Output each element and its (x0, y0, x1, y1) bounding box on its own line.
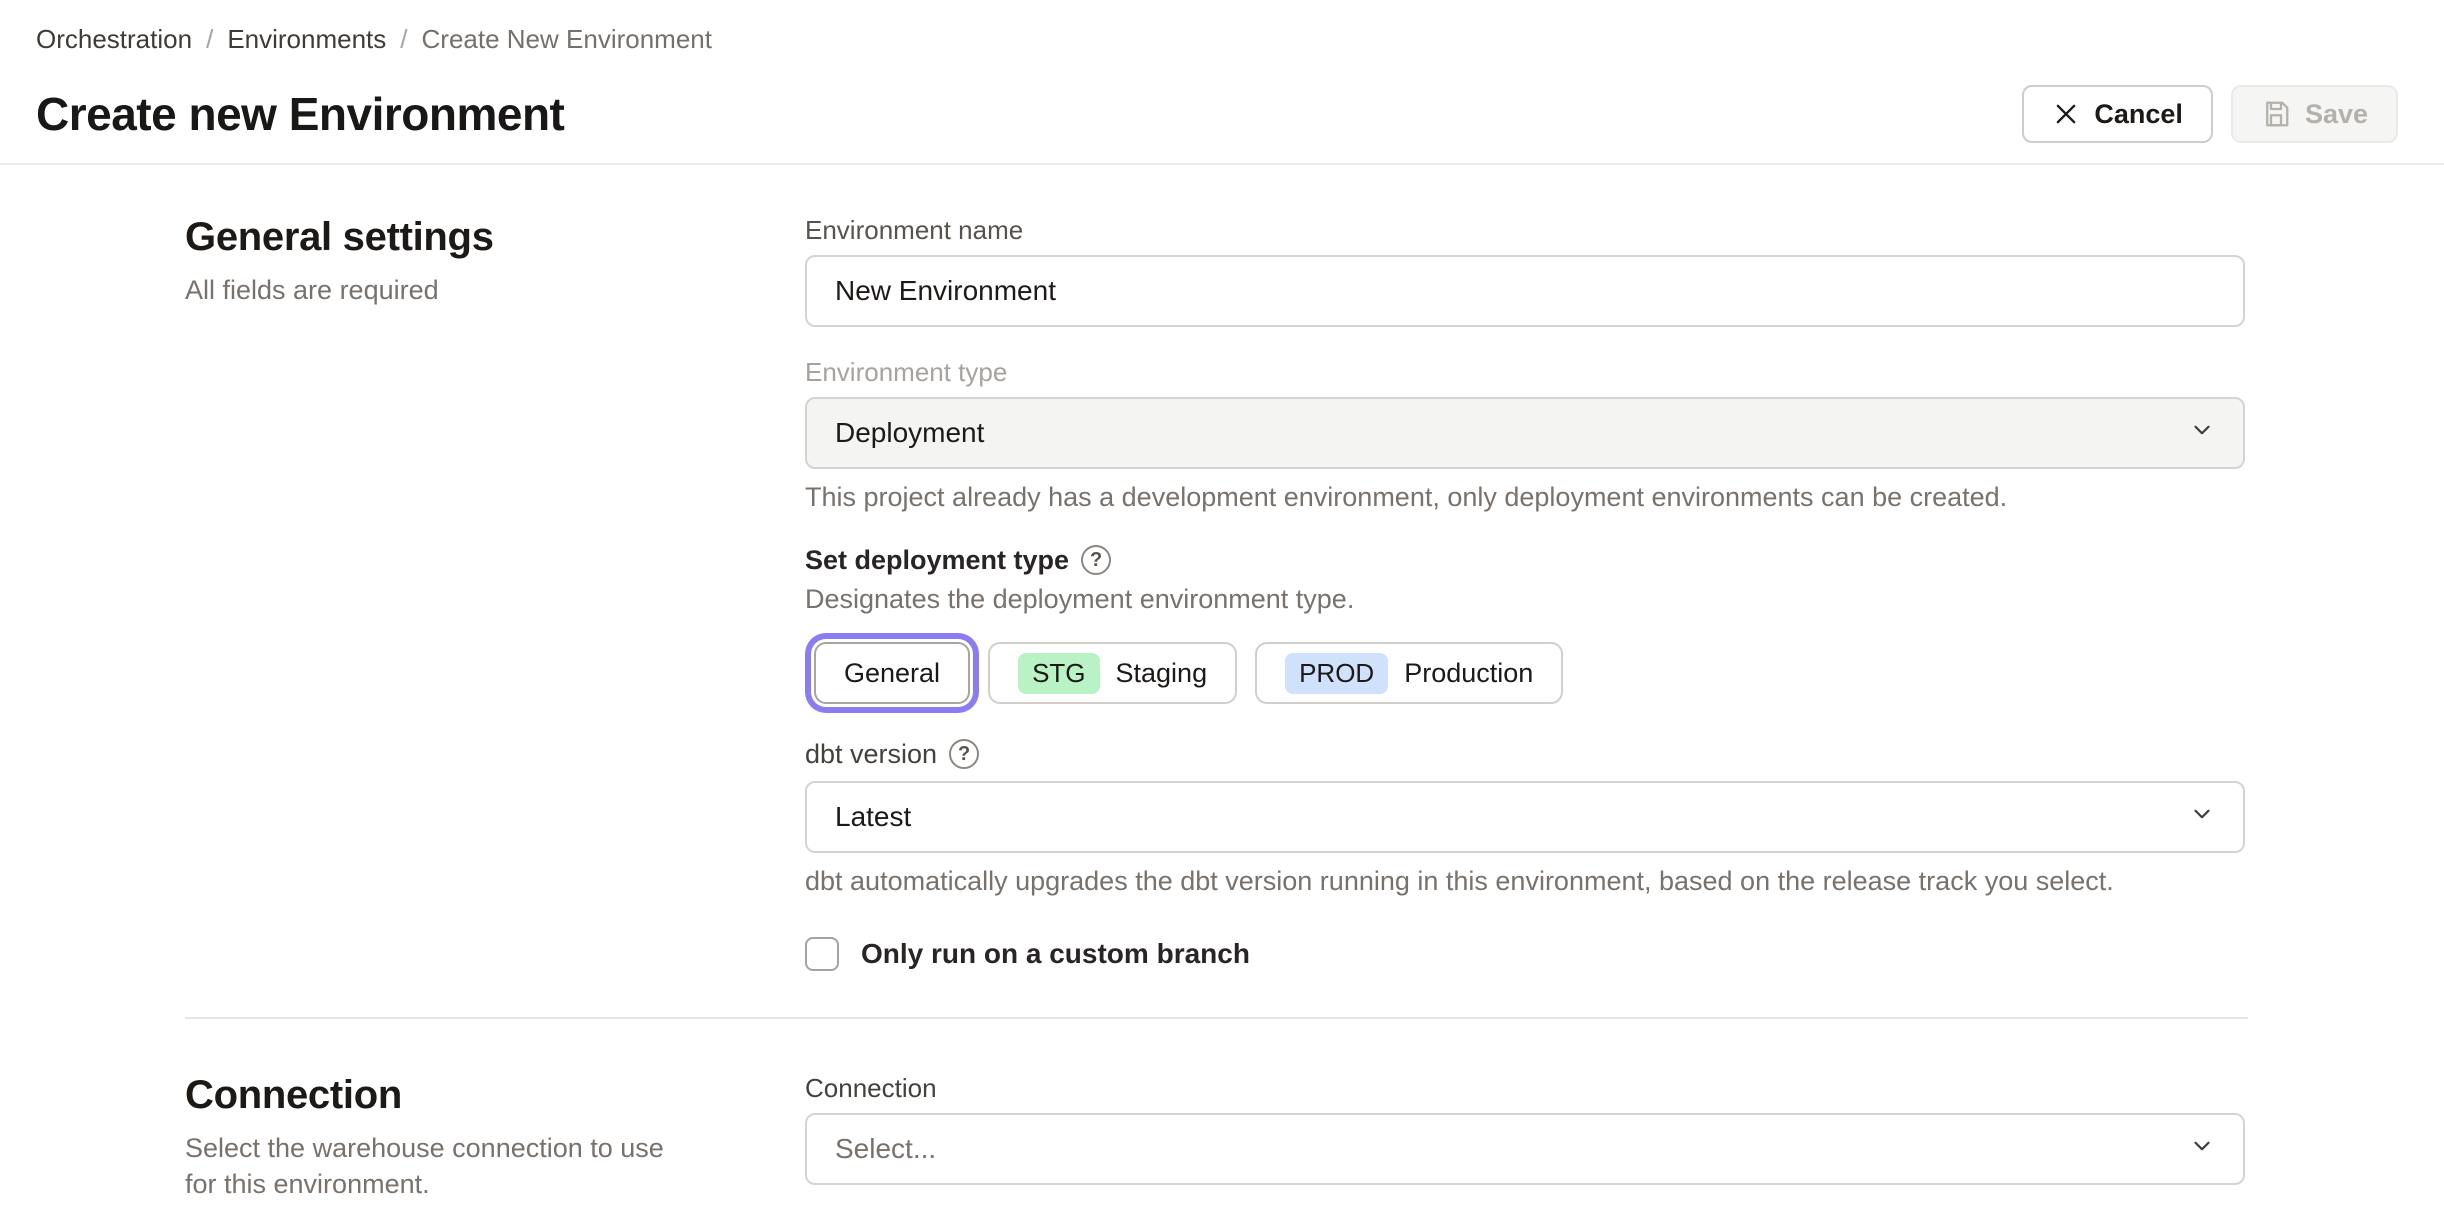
dbt-version-value: Latest (835, 801, 912, 832)
production-badge: PROD (1285, 652, 1389, 694)
environment-name-label: Environment name (805, 215, 1024, 245)
breadcrumb-create-new-environment: Create New Environment (421, 24, 712, 54)
environment-type-label: Environment type (805, 357, 1008, 387)
cancel-button-label: Cancel (2094, 98, 2183, 129)
cancel-button[interactable]: Cancel (2022, 85, 2213, 143)
connection-label: Connection (805, 1073, 937, 1103)
general-settings-subheading: All fields are required (185, 275, 439, 305)
staging-badge: STG (1018, 652, 1100, 694)
breadcrumb-separator: / (400, 24, 408, 54)
breadcrumb-environments[interactable]: Environments (227, 24, 386, 55)
breadcrumb-orchestration[interactable]: Orchestration (36, 24, 192, 55)
connection-field: Connection Select... (805, 1073, 2245, 1185)
deployment-type-description: Designates the deployment environment ty… (805, 584, 1355, 614)
breadcrumb-separator: / (206, 24, 214, 54)
deployment-type-staging-button[interactable]: STG Staging (988, 642, 1238, 704)
dbt-version-field: dbt version ? Latest dbt automatically u… (805, 737, 2245, 897)
deployment-type-general-label: General (844, 657, 941, 688)
dbt-version-helper: dbt automatically upgrades the dbt versi… (805, 866, 2114, 896)
environment-type-value: Deployment (835, 417, 985, 448)
general-settings-section: General settings All fields are required… (185, 215, 2444, 971)
connection-select[interactable]: Select... (805, 1113, 2245, 1185)
save-button[interactable]: Save (2230, 85, 2398, 143)
deployment-type-label: Set deployment type (805, 545, 1070, 575)
connection-placeholder: Select... (835, 1133, 937, 1164)
environment-name-input[interactable] (805, 255, 2245, 327)
environment-type-helper: This project already has a development e… (805, 482, 2008, 512)
page-header: Orchestration / Environments / Create Ne… (0, 0, 2444, 165)
deployment-type-production-label: Production (1404, 657, 1534, 688)
deployment-type-production-button[interactable]: PROD Production (1255, 642, 1564, 704)
general-settings-heading: General settings (185, 215, 494, 259)
connection-section: Connection Select the warehouse connecti… (185, 1073, 2444, 1210)
custom-branch-label[interactable]: Only run on a custom branch (861, 938, 1250, 970)
environment-type-field: Environment type Deployment This project… (805, 357, 2245, 513)
environment-type-select: Deployment (805, 397, 2245, 469)
chevron-down-icon (2189, 801, 2215, 834)
custom-branch-checkbox[interactable] (805, 937, 839, 971)
deployment-type-options: General STG Staging PROD Production (805, 633, 2245, 713)
help-icon[interactable]: ? (1081, 545, 1112, 575)
dbt-version-select[interactable]: Latest (805, 781, 2245, 853)
connection-description: Select the warehouse connection to use f… (185, 1133, 664, 1199)
breadcrumb: Orchestration / Environments / Create Ne… (36, 24, 2398, 55)
chevron-down-icon (2189, 417, 2215, 450)
deployment-type-general-button[interactable]: General (814, 642, 971, 704)
chevron-down-icon (2189, 1133, 2215, 1166)
custom-branch-row: Only run on a custom branch (805, 937, 2245, 971)
header-actions: Cancel Save (2022, 85, 2398, 143)
connection-heading: Connection (185, 1073, 402, 1117)
floppy-disk-icon (2261, 99, 2291, 129)
x-icon (2052, 100, 2080, 128)
dbt-version-label: dbt version (805, 739, 938, 769)
help-icon[interactable]: ? (949, 739, 980, 769)
deployment-type-staging-label: Staging (1115, 657, 1208, 688)
environment-name-field: Environment name (805, 215, 2245, 327)
deployment-type-group: Set deployment type ? Designates the dep… (805, 543, 2245, 713)
save-button-label: Save (2304, 98, 2368, 129)
page-title: Create new Environment (36, 88, 565, 140)
